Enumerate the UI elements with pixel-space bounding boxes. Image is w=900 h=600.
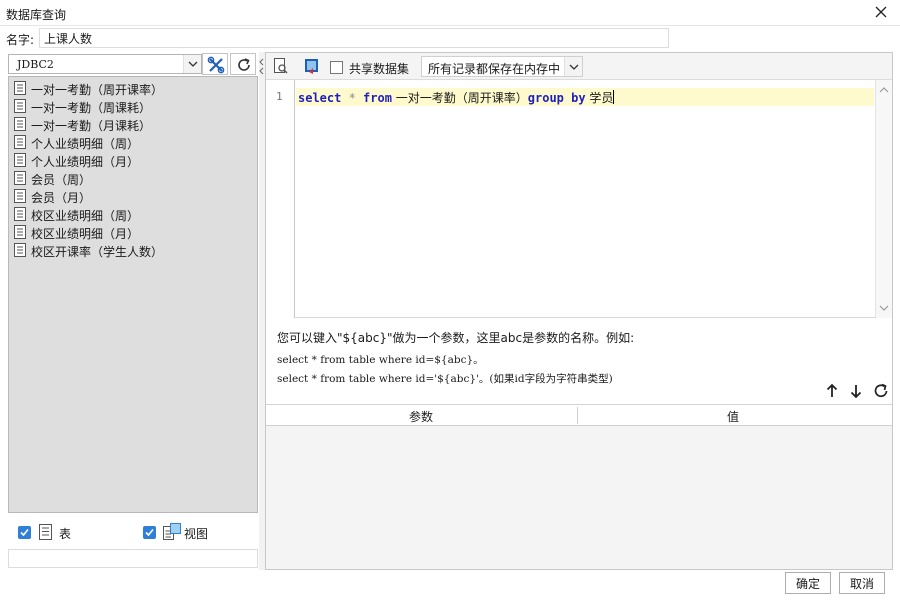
view-filter-checkbox[interactable] [143, 526, 156, 539]
table-doc-icon [14, 207, 26, 221]
check-icon [145, 528, 154, 537]
table-doc-icon [14, 189, 26, 203]
name-label: 名字: [6, 33, 35, 47]
scroll-down-icon[interactable] [876, 300, 892, 316]
table-doc-icon [14, 153, 26, 167]
table-doc-icon [14, 171, 26, 185]
connection-value: JDBC2 [17, 58, 54, 71]
table-filter-checkbox[interactable] [18, 526, 31, 539]
left-panel: JDBC2 一对一考勤（周开课率） 一对一考勤（周课耗） 一对一考勤（月课耗） … [6, 52, 259, 570]
table-search-input[interactable] [8, 549, 258, 568]
keyword-group: group [527, 91, 564, 105]
ok-button[interactable]: 确定 [785, 572, 831, 594]
sql-editor[interactable]: 1 select * from 一对一考勤（周开课率）group by 学员 [266, 80, 892, 318]
refresh-icon[interactable] [872, 381, 890, 401]
tree-item[interactable]: 会员（周） [12, 169, 252, 187]
right-panel: 共享数据集 所有记录都保存在内存中 1 select * from 一对一考勤（… [265, 52, 893, 570]
dialog-footer: 确定 取消 [0, 570, 900, 600]
filter-area: 表 视图 [8, 513, 258, 568]
title-bar: 数据库查询 [0, 0, 900, 26]
chevron-down-icon[interactable] [564, 57, 582, 76]
parameter-hint: 您可以键入"${abc}"做为一个参数，这里abc是参数的名称。例如: sele… [277, 329, 877, 386]
line-gutter: 1 [266, 80, 295, 318]
column-header-parameter: 参数 [409, 410, 434, 424]
table-tree[interactable]: 一对一考勤（周开课率） 一对一考勤（周课耗） 一对一考勤（月课耗） 个人业绩明细… [8, 76, 258, 513]
share-dataset-label: 共享数据集 [349, 62, 410, 76]
tree-item-label: 个人业绩明细（周） [31, 137, 140, 151]
tree-item-label: 校区业绩明细（月） [31, 227, 140, 241]
sql-code[interactable]: select * from 一对一考勤（周开课率）group by 学员 [298, 89, 615, 106]
tree-item[interactable]: 校区业绩明细（月） [12, 223, 252, 241]
table-doc-icon [14, 243, 26, 257]
tree-item[interactable]: 一对一考勤（月课耗） [12, 115, 252, 133]
connection-select[interactable]: JDBC2 [8, 54, 202, 74]
tree-item-label: 校区业绩明细（周） [31, 209, 140, 223]
close-icon[interactable] [872, 3, 890, 21]
name-row: 名字: [0, 26, 900, 50]
preview-icon[interactable] [272, 57, 290, 75]
arrow-down-icon[interactable] [847, 381, 865, 401]
hint-line-1: 您可以键入"${abc}"做为一个参数，这里abc是参数的名称。例如: [277, 331, 635, 345]
tree-item[interactable]: 校区业绩明细（周） [12, 205, 252, 223]
table-doc-icon [14, 225, 26, 239]
view-icon [163, 523, 181, 540]
window-title: 数据库查询 [6, 8, 67, 22]
parameter-table[interactable]: 参数 值 [266, 404, 892, 569]
column-identifier: 学员 [585, 91, 614, 105]
table-identifier: 一对一考勤（周开课率） [391, 91, 528, 105]
connection-settings-button[interactable] [202, 53, 228, 75]
sql-toolbar: 共享数据集 所有记录都保存在内存中 [266, 53, 892, 80]
table-filter-label: 表 [59, 527, 72, 541]
tree-item-label: 一对一考勤（周开课率） [31, 83, 164, 97]
tree-item[interactable]: 个人业绩明细（周） [12, 133, 252, 151]
arrow-up-icon[interactable] [823, 381, 841, 401]
view-filter-label: 视图 [184, 527, 209, 541]
chevron-down-icon[interactable] [183, 55, 201, 73]
line-number: 1 [276, 90, 283, 103]
keyword-by: by [571, 91, 586, 105]
hint-line-3: select * from table where id='${abc}'。(如… [277, 373, 613, 385]
memory-mode-select[interactable]: 所有记录都保存在内存中 [421, 56, 583, 77]
keyword-select: select [298, 91, 342, 105]
hint-line-2: select * from table where id=${abc}。 [277, 354, 484, 366]
table-doc-icon [14, 117, 26, 131]
parameter-table-header: 参数 值 [266, 405, 892, 426]
tree-item-label: 一对一考勤（周课耗） [31, 101, 152, 115]
tree-item-label: 校区开课率（学生人数） [31, 245, 164, 259]
tree-item[interactable]: 会员（月） [12, 187, 252, 205]
table-doc-icon [14, 99, 26, 113]
refresh-icon [238, 58, 250, 71]
refresh-connection-button[interactable] [230, 53, 256, 75]
column-separator[interactable] [577, 407, 578, 424]
scroll-up-icon[interactable] [876, 82, 892, 98]
table-icon [39, 524, 52, 540]
tree-item-label: 会员（周） [31, 173, 92, 187]
text-cursor [613, 90, 615, 104]
check-icon [20, 528, 29, 537]
tree-item[interactable]: 一对一考勤（周开课率） [12, 79, 252, 97]
data-connection-icon[interactable] [303, 57, 321, 75]
table-doc-icon [14, 135, 26, 149]
tools-icon [207, 56, 225, 74]
name-input[interactable] [39, 28, 669, 48]
keyword-from: from [363, 91, 392, 105]
tree-item-label: 一对一考勤（月课耗） [31, 119, 152, 133]
tree-item-label: 个人业绩明细（月） [31, 155, 140, 169]
tree-item[interactable]: 一对一考勤（周课耗） [12, 97, 252, 115]
editor-scrollbar[interactable] [875, 80, 892, 318]
memory-mode-value: 所有记录都保存在内存中 [428, 62, 561, 76]
tree-item-label: 会员（月） [31, 191, 92, 205]
tree-item[interactable]: 校区开课率（学生人数） [12, 241, 252, 259]
column-header-value: 值 [727, 410, 740, 424]
cancel-button[interactable]: 取消 [839, 572, 885, 594]
parameter-toolbar [819, 381, 891, 401]
tree-item[interactable]: 个人业绩明细（月） [12, 151, 252, 169]
share-dataset-box[interactable] [330, 61, 343, 74]
operator-star: * [341, 91, 364, 105]
table-doc-icon [14, 81, 26, 95]
